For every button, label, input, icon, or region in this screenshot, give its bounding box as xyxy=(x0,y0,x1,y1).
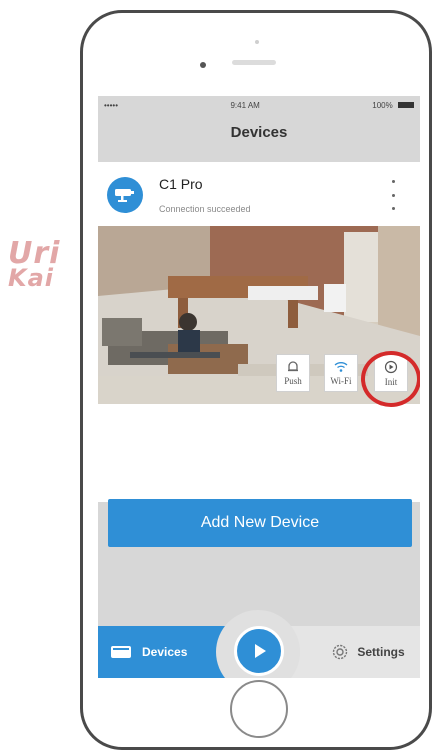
status-time: 9:41 AM xyxy=(230,100,260,110)
status-bar: ••••• 9:41 AM 100% xyxy=(98,96,420,114)
highlight-circle xyxy=(361,351,420,407)
battery-indicator: 100% xyxy=(372,101,414,110)
push-button[interactable]: Push xyxy=(276,354,310,392)
watermark-line-2: Kai xyxy=(8,264,55,292)
page-title: Devices xyxy=(230,124,288,141)
home-button[interactable] xyxy=(230,680,288,738)
watermark-line-1: Uri xyxy=(8,236,61,271)
carrier-signal: ••••• xyxy=(104,100,119,110)
sensor-dot xyxy=(255,40,259,44)
gear-icon xyxy=(333,644,348,660)
add-new-device-button[interactable]: Add New Device xyxy=(108,499,412,547)
wifi-label: Wi-Fi xyxy=(330,375,352,386)
watermark: Uri Kai xyxy=(8,236,61,292)
devices-icon xyxy=(111,646,131,658)
camera-icon xyxy=(107,177,143,213)
tab-devices-label: Devices xyxy=(142,645,188,659)
tab-settings-label: Settings xyxy=(357,645,405,659)
push-label: Push xyxy=(284,375,302,386)
front-camera xyxy=(200,62,206,68)
wifi-icon xyxy=(334,361,348,372)
connection-status: Connection succeeded xyxy=(159,204,251,214)
wifi-button[interactable]: Wi-Fi xyxy=(324,354,358,392)
speaker-grille xyxy=(232,60,276,65)
push-icon xyxy=(288,360,298,371)
battery-icon xyxy=(397,102,414,109)
play-button[interactable] xyxy=(234,626,284,676)
battery-text: 100% xyxy=(372,100,393,110)
play-icon xyxy=(255,644,266,658)
tab-settings[interactable]: Settings xyxy=(316,626,420,678)
device-name: C1 Pro xyxy=(159,176,203,192)
more-options-icon[interactable] xyxy=(386,180,400,210)
app-screen: ••••• 9:41 AM 100% Devices C1 Pro Connec… xyxy=(98,96,420,678)
